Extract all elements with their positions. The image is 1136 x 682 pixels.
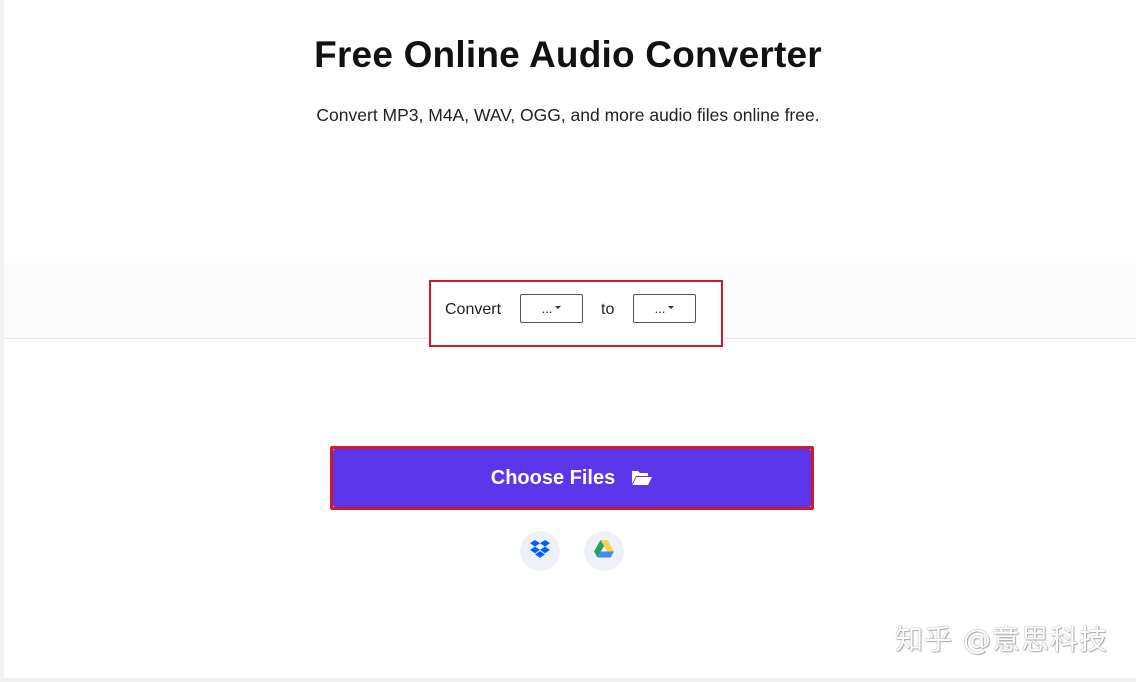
target-format-select[interactable]: ... [633, 294, 696, 323]
page-subtitle: Convert MP3, M4A, WAV, OGG, and more aud… [316, 105, 820, 125]
caret-down-icon [555, 306, 562, 309]
toolbar-fade [4, 244, 1136, 282]
folder-open-icon [631, 469, 653, 487]
bottom-edge [0, 678, 1136, 682]
page-title: Free Online Audio Converter [314, 34, 822, 75]
source-format-select[interactable]: ... [520, 294, 583, 323]
choose-files-button[interactable]: Choose Files [333, 449, 811, 507]
format-selector-box: Convert ... to ... [429, 280, 723, 347]
source-format-value: ... [541, 301, 553, 316]
to-label: to [601, 301, 615, 318]
google-drive-icon [593, 539, 615, 564]
left-edge [0, 0, 4, 682]
google-drive-button[interactable] [584, 531, 624, 571]
choose-files-label: Choose Files [490, 466, 616, 489]
target-format-value: ... [654, 301, 666, 316]
watermark-text: 知乎 @意思科技 [895, 623, 1108, 656]
dropbox-icon [529, 539, 551, 564]
caret-down-icon [668, 306, 675, 309]
page: Free Online Audio Converter Convert MP3,… [0, 0, 1136, 682]
dropbox-button[interactable] [520, 531, 560, 571]
convert-label: Convert [445, 301, 502, 318]
